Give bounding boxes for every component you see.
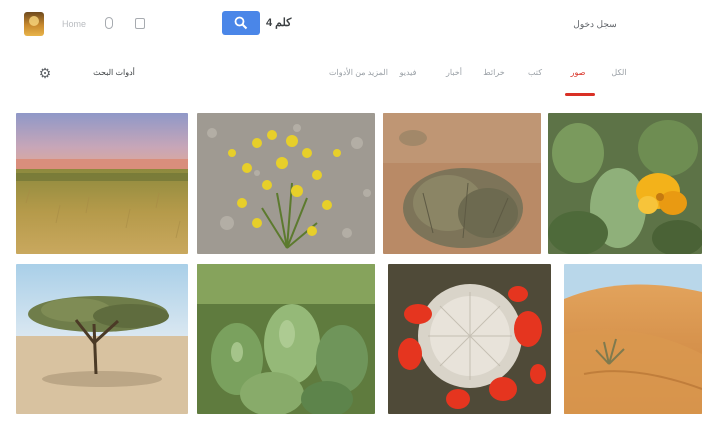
result-image-6[interactable]: [197, 264, 375, 414]
image-search-page: Home كلم 4 سجل دخول ⚙ أدوات البحث المزيد…: [0, 0, 720, 424]
result-image-4[interactable]: [548, 113, 702, 254]
result-image-2[interactable]: [197, 113, 375, 254]
result-image-8[interactable]: [564, 264, 702, 414]
result-image-3[interactable]: [383, 113, 541, 254]
result-image-5[interactable]: [16, 264, 188, 414]
result-image-1[interactable]: [16, 113, 188, 254]
result-image-7[interactable]: [388, 264, 551, 414]
image-results-grid: [0, 0, 720, 424]
